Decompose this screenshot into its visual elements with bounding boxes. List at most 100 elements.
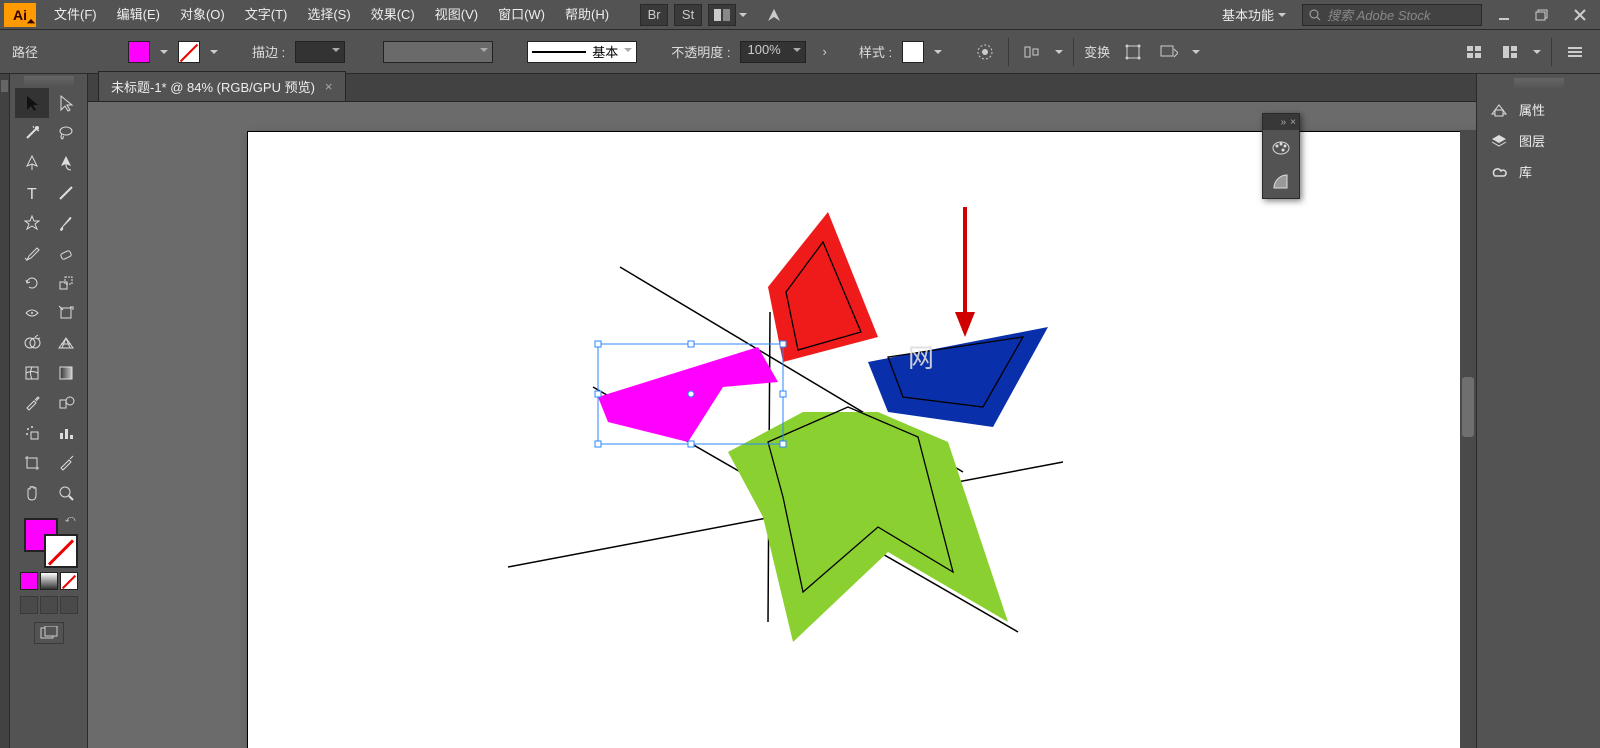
menu-type[interactable]: 文字(T) [235,0,298,30]
menu-select[interactable]: 选择(S) [297,0,360,30]
rotate-tool[interactable] [15,268,49,298]
opacity-arrow-icon[interactable]: › [816,44,832,59]
shaper-tool[interactable] [15,238,49,268]
collapsed-dock-left[interactable] [0,74,10,748]
draw-normal-icon[interactable] [20,596,38,614]
panel-setup-icon[interactable] [1497,41,1523,63]
shape-props-icon[interactable] [1120,41,1146,63]
shape-builder-tool[interactable] [15,328,49,358]
type-tool[interactable]: T [15,178,49,208]
gradient-tool[interactable] [49,358,83,388]
fill-swatch[interactable] [128,41,150,63]
stroke-color-box[interactable] [44,534,78,568]
column-graph-tool[interactable] [49,418,83,448]
menu-edit[interactable]: 编辑(E) [107,0,170,30]
opacity-input[interactable]: 100% [740,41,806,63]
menu-window[interactable]: 窗口(W) [488,0,555,30]
layers-panel-button[interactable]: 图层 [1477,125,1600,156]
line-tool[interactable] [49,178,83,208]
magic-wand-tool[interactable] [15,118,49,148]
selection-type-label: 路径 [12,42,38,61]
stroke-swatch[interactable] [178,41,200,63]
graphic-style-swatch[interactable] [902,41,924,63]
star-tool[interactable] [15,208,49,238]
curvature-tool[interactable] [49,148,83,178]
color-mode-none[interactable] [60,572,78,590]
bridge-icon[interactable]: Br [640,4,668,26]
chevron-down-icon[interactable] [739,13,747,21]
floating-color-panel[interactable]: » × [1262,113,1300,199]
style-label[interactable]: 样式 : [859,42,892,61]
chevron-down-icon[interactable] [210,50,218,58]
opacity-label[interactable]: 不透明度 : [671,42,730,61]
panel-grip[interactable] [1514,78,1564,88]
color-mode-solid[interactable] [20,572,38,590]
transform-label[interactable]: 变换 [1084,42,1110,61]
chevron-down-icon[interactable] [1192,50,1200,58]
document-tab[interactable]: 未标题-1* @ 84% (RGB/GPU 预览) × [98,71,346,101]
hand-tool[interactable] [15,478,49,508]
artboard[interactable]: 网 [248,132,1476,748]
symbol-sprayer-tool[interactable] [15,418,49,448]
maximize-button[interactable] [1526,4,1558,26]
properties-panel-button[interactable]: 属性 [1477,94,1600,125]
zoom-tool[interactable] [49,478,83,508]
gpu-rocket-icon[interactable] [765,6,783,24]
search-stock-input[interactable]: 搜索 Adobe Stock [1302,4,1482,26]
menu-object[interactable]: 对象(O) [170,0,235,30]
close-tab-icon[interactable]: × [325,79,333,94]
libraries-panel-button[interactable]: 库 [1477,156,1600,187]
minimize-button[interactable] [1488,4,1520,26]
chevron-down-icon[interactable] [934,50,942,58]
chevron-down-icon[interactable] [1055,50,1063,58]
scale-tool[interactable] [49,268,83,298]
panel-grid-icon[interactable] [1461,41,1487,63]
pen-tool[interactable] [15,148,49,178]
panel-header[interactable]: » × [1263,114,1299,130]
variable-width-profile[interactable] [383,41,493,63]
workspace-switcher[interactable]: 基本功能 [1212,5,1296,24]
color-panel-icon[interactable] [1263,130,1299,164]
stock-icon[interactable]: St [674,4,702,26]
slice-tool[interactable] [49,448,83,478]
brush-definition[interactable]: 基本 [527,41,637,63]
menu-effect[interactable]: 效果(C) [361,0,425,30]
perspective-grid-tool[interactable] [49,328,83,358]
eraser-tool[interactable] [49,238,83,268]
recolor-artwork-icon[interactable] [972,41,998,63]
blend-tool[interactable] [49,388,83,418]
isolate-icon[interactable] [1156,41,1182,63]
draw-inside-icon[interactable] [60,596,78,614]
eyedropper-tool[interactable] [15,388,49,418]
collapse-icon[interactable]: » [1281,117,1287,128]
draw-behind-icon[interactable] [40,596,58,614]
app-logo[interactable]: Ai [4,3,36,27]
menu-view[interactable]: 视图(V) [425,0,488,30]
direct-selection-tool[interactable] [49,88,83,118]
arrange-docs-icon[interactable] [708,4,736,26]
menu-file[interactable]: 文件(F) [44,0,107,30]
vertical-scrollbar[interactable] [1460,130,1476,748]
lasso-tool[interactable] [49,118,83,148]
stroke-label[interactable]: 描边 : [252,42,285,61]
paintbrush-tool[interactable] [49,208,83,238]
chevron-down-icon[interactable] [160,50,168,58]
panel-menu-icon[interactable] [1562,41,1588,63]
panel-grip[interactable] [24,76,74,86]
selection-tool[interactable] [15,88,49,118]
color-mode-gradient[interactable] [40,572,58,590]
color-guide-icon[interactable] [1263,164,1299,198]
width-tool[interactable] [15,298,49,328]
chevron-down-icon[interactable] [1533,50,1541,58]
close-icon[interactable]: × [1290,117,1296,128]
align-icon[interactable] [1019,41,1045,63]
fill-stroke-control[interactable]: ⤺ [20,514,78,568]
artboard-tool[interactable] [15,448,49,478]
swap-fill-stroke-icon[interactable]: ⤺ [65,514,76,525]
free-transform-tool[interactable] [49,298,83,328]
close-button[interactable] [1564,4,1596,26]
menu-help[interactable]: 帮助(H) [555,0,619,30]
screen-mode-icon[interactable] [34,622,64,644]
stroke-weight-input[interactable] [295,41,345,63]
mesh-tool[interactable] [15,358,49,388]
